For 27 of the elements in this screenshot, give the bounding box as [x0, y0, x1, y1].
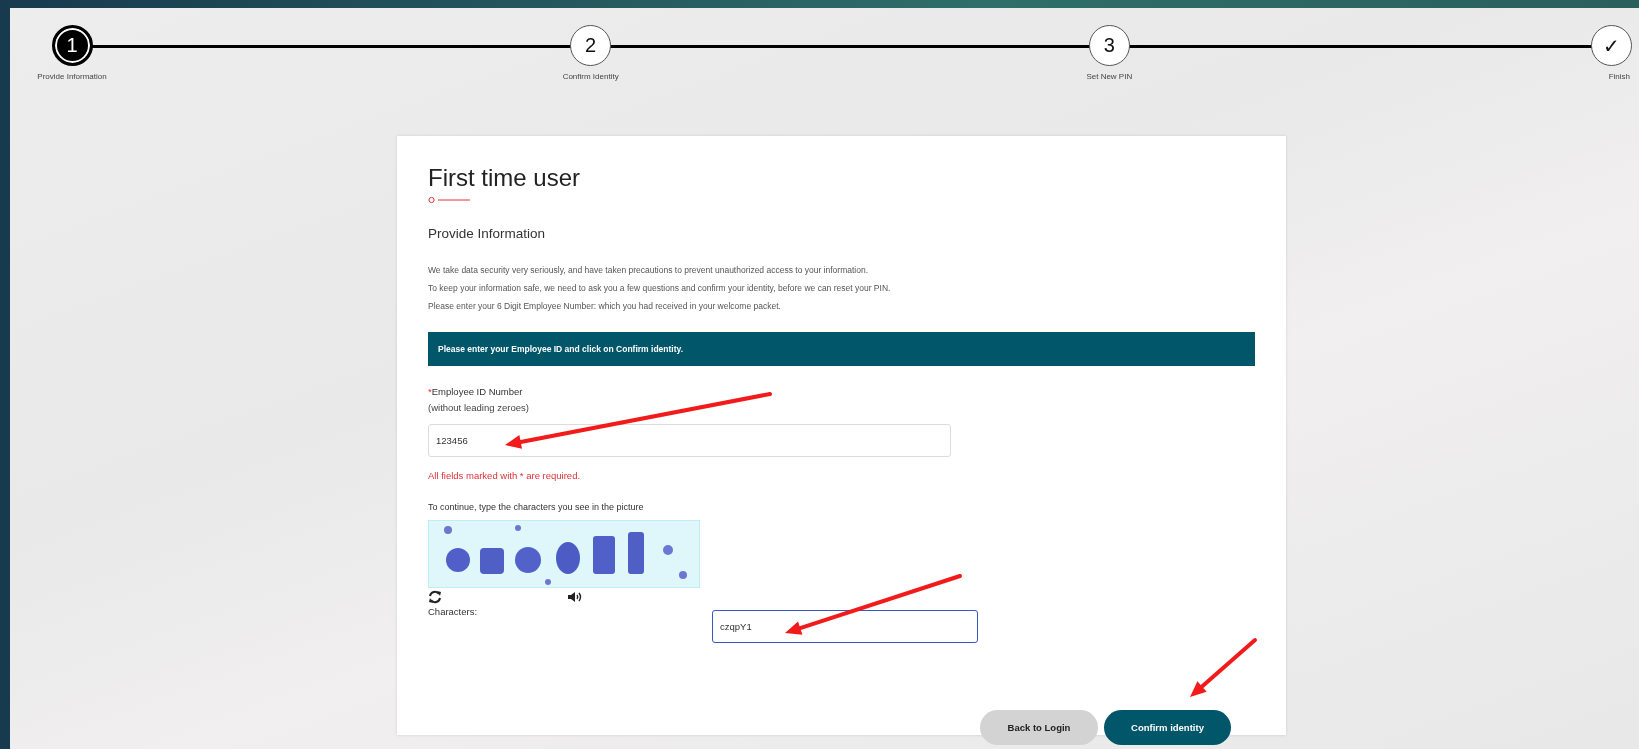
step-label: Confirm Identity — [562, 72, 619, 81]
step-label: Set New PIN — [1086, 72, 1133, 81]
captcha-instruction: To continue, type the characters you see in the picture — [428, 502, 645, 512]
page-title: First time user — [428, 164, 581, 192]
field-hint: (without leading zeroes) — [428, 401, 530, 415]
section-heading: Provide Information — [428, 226, 547, 241]
field-label: *Employee ID Number — [428, 385, 524, 399]
step-label: Finish — [1608, 72, 1630, 81]
captcha-field[interactable]: czqpY1 — [712, 610, 978, 643]
step-marker: 1 — [51, 25, 93, 66]
annotation-arrow — [1190, 638, 1257, 697]
refresh-icon[interactable] — [428, 590, 442, 604]
employee-id-field[interactable]: 123456 — [428, 424, 951, 457]
confirm-button[interactable]: Confirm identity — [1104, 710, 1231, 745]
field-label: Characters: — [428, 606, 479, 617]
step-marker: 2 — [570, 25, 612, 66]
title-underline-icon — [428, 196, 470, 204]
back-button[interactable]: Back to Login — [980, 710, 1098, 745]
speaker-icon[interactable] — [567, 590, 583, 604]
info-text: We take data security very seriously, and have taken precautions to prevent unauthorized access to your information. — [428, 264, 870, 277]
info-text: Please enter your 6 Digit Employee Number: which you had received in your welcome packet. — [428, 300, 782, 313]
info-text: To keep your information safe, we need to ask you a few questions and confirm your identity, before we can reset your PIN. — [428, 282, 892, 295]
instruction-banner: Please enter your Employee ID and click on Confirm identity. — [428, 332, 1255, 366]
required-note: All fields marked with * are required. — [428, 470, 582, 481]
step-marker: ✓ — [1590, 25, 1632, 66]
step-marker: 3 — [1088, 25, 1130, 66]
step-label: Provide Information — [37, 72, 107, 81]
